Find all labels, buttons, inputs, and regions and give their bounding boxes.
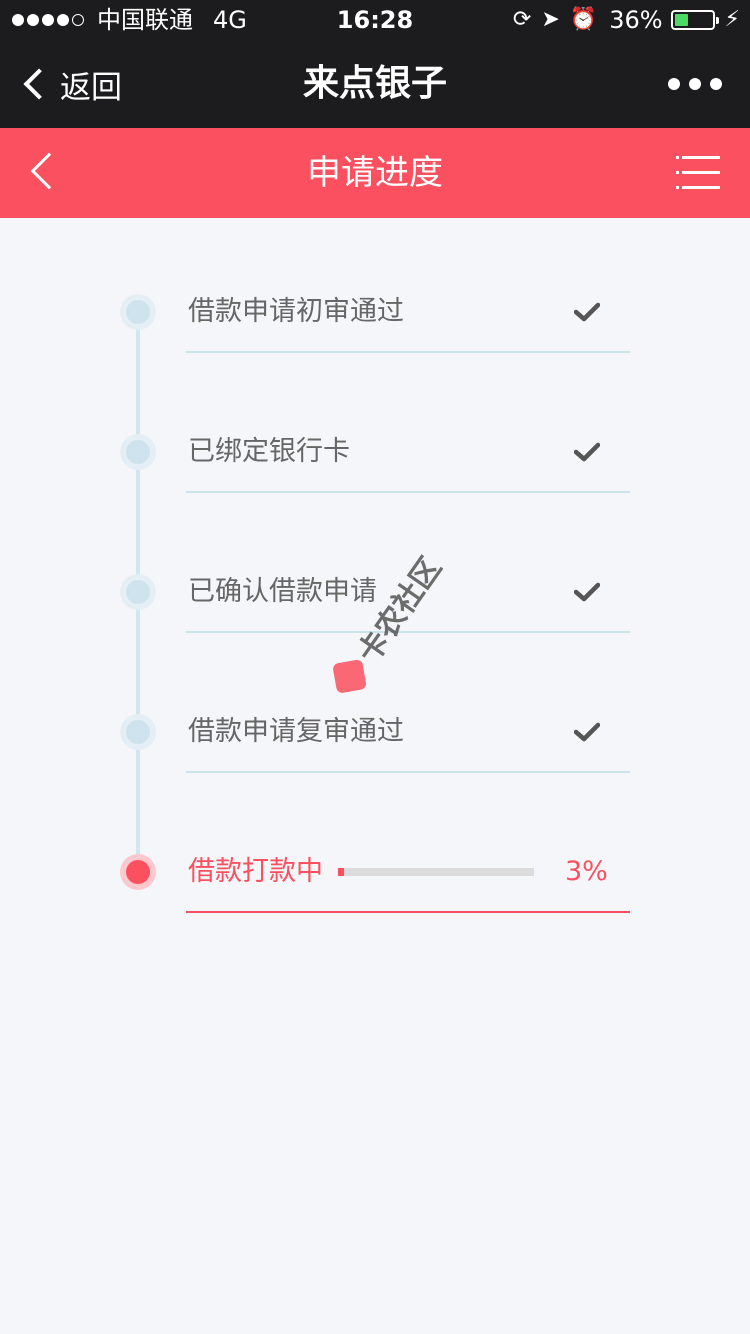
app-title: 来点银子 xyxy=(302,63,447,104)
step-divider xyxy=(186,491,630,493)
step-label: 已绑定银行卡 xyxy=(188,436,350,467)
location-arrow-icon: ➤ xyxy=(541,7,560,32)
step-label: 借款申请复审通过 xyxy=(188,716,404,747)
watermark-logo-icon xyxy=(332,659,367,694)
step-divider xyxy=(186,351,630,353)
timeline-step: 借款申请初审通过 xyxy=(0,294,750,434)
timeline-step-active: 借款打款中 3% xyxy=(0,854,750,994)
orientation-lock-icon: ⟳ xyxy=(512,7,532,32)
menu-icon[interactable] xyxy=(676,156,720,190)
progress-percent: 3% xyxy=(565,856,608,887)
alarm-icon: ⏰ xyxy=(569,7,598,32)
check-icon xyxy=(574,302,600,322)
page-title: 申请进度 xyxy=(307,153,443,193)
nav-bar: 返回 来点银子 xyxy=(0,40,750,128)
page-header: 申请进度 xyxy=(0,128,750,218)
battery-percent: 36% xyxy=(609,6,663,34)
step-node xyxy=(120,294,156,330)
status-bar: 中国联通 4G 16:28 ⟳ ➤ ⏰ 36% ⚡ xyxy=(0,0,750,40)
battery-icon xyxy=(670,10,719,30)
step-node-active xyxy=(120,854,156,890)
check-icon xyxy=(574,442,600,462)
step-node xyxy=(120,714,156,750)
charging-icon: ⚡ xyxy=(724,7,740,32)
check-icon xyxy=(574,722,600,742)
check-icon xyxy=(574,582,600,602)
step-label: 借款打款中 xyxy=(188,856,323,887)
more-options-icon[interactable] xyxy=(659,78,722,90)
step-divider xyxy=(186,771,630,773)
step-label: 借款申请初审通过 xyxy=(188,296,404,327)
step-divider xyxy=(186,911,630,913)
step-node xyxy=(120,434,156,470)
step-node xyxy=(120,574,156,610)
disbursement-progress-bar xyxy=(338,868,534,876)
timeline-step: 借款申请复审通过 xyxy=(0,714,750,854)
